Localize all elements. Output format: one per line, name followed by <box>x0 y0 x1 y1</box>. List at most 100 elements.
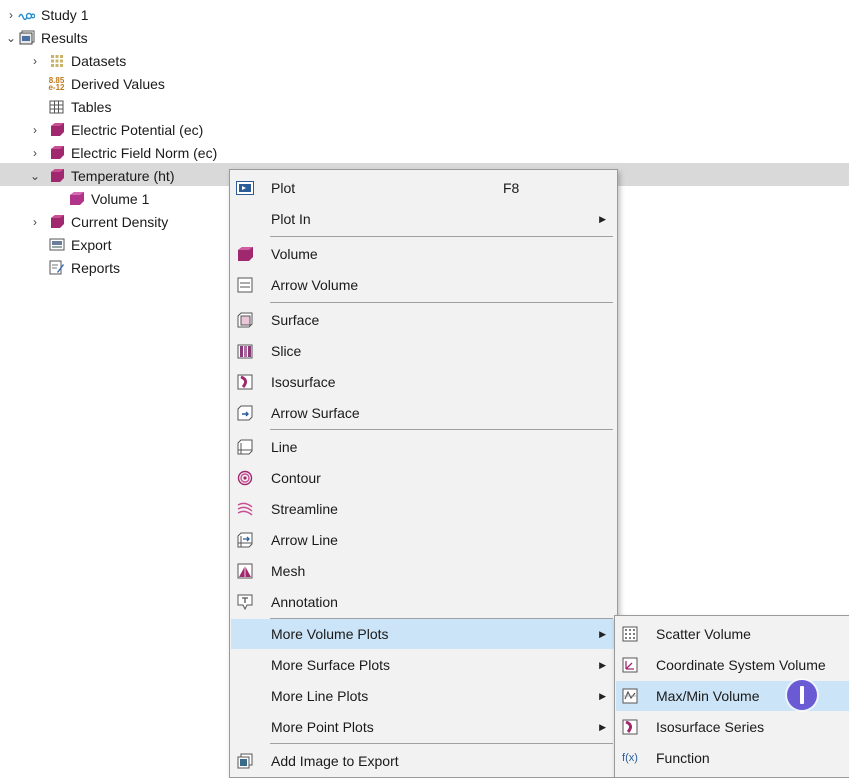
menu-label: Add Image to Export <box>271 753 399 769</box>
menu-label: Arrow Volume <box>271 277 359 293</box>
tree-label: Datasets <box>71 52 127 69</box>
menu-label: More Line Plots <box>271 688 369 704</box>
arrow-surface-icon <box>236 404 254 422</box>
results-icon <box>18 30 35 45</box>
menu-item-isosurface-series[interactable]: Isosurface Series <box>616 712 849 742</box>
image-export-icon <box>236 752 254 770</box>
chevron-down-icon[interactable]: ⌄ <box>28 169 42 183</box>
submenu-arrow-icon: ▶ <box>599 659 606 670</box>
menu-item-more-surface-plots[interactable]: More Surface Plots ▶ <box>231 650 616 680</box>
tree-item-electric-field-norm[interactable]: › Electric Field Norm (ec) <box>28 141 217 164</box>
menu-label: Slice <box>271 343 302 359</box>
menu-separator <box>270 429 613 430</box>
derived-values-icon: 8.85 e-12 <box>48 75 65 92</box>
tree-item-temperature[interactable]: ⌄ Temperature (ht) <box>28 164 175 187</box>
menu-item-arrow-surface[interactable]: Arrow Surface <box>231 398 616 428</box>
mouse-cursor-indicator <box>787 680 817 710</box>
tree-item-study[interactable]: › Study 1 <box>4 3 88 26</box>
tree-item-current-density[interactable]: › Current Density <box>28 210 168 233</box>
tree-item-export[interactable]: Export <box>48 233 111 256</box>
menu-label: Max/Min Volume <box>656 688 760 704</box>
tree-item-tables[interactable]: Tables <box>48 95 111 118</box>
plot-group-3d-icon <box>48 168 65 183</box>
menu-item-streamline[interactable]: Streamline <box>231 494 616 524</box>
menu-item-slice[interactable]: Slice <box>231 336 616 366</box>
menu-label: Arrow Line <box>271 532 338 548</box>
plot-group-3d-icon <box>48 122 65 137</box>
tree-label: Results <box>41 29 88 46</box>
menu-item-contour[interactable]: Contour <box>231 463 616 493</box>
menu-label: Arrow Surface <box>271 405 360 421</box>
menu-item-surface[interactable]: Surface <box>231 305 616 335</box>
plot-group-3d-icon <box>48 145 65 160</box>
tree-item-electric-potential[interactable]: › Electric Potential (ec) <box>28 118 203 141</box>
tree-item-derived-values[interactable]: 8.85 e-12 Derived Values <box>48 72 165 95</box>
menu-label: Isosurface <box>271 374 336 390</box>
report-icon <box>48 260 65 275</box>
menu-label: Function <box>656 750 710 766</box>
tree-label: Export <box>71 236 112 253</box>
submenu-arrow-icon: ▶ <box>599 213 606 224</box>
menu-item-arrow-volume[interactable]: Arrow Volume <box>231 270 616 300</box>
menu-item-more-point-plots[interactable]: More Point Plots ▶ <box>231 712 616 742</box>
isosurface-series-icon <box>621 718 639 736</box>
shortcut-label: F8 <box>503 180 520 196</box>
tree-item-volume1[interactable]: Volume 1 <box>68 187 149 210</box>
menu-item-function[interactable]: f(x) Function <box>616 743 849 773</box>
tree-label: Study 1 <box>41 6 89 23</box>
menu-item-plot-in[interactable]: Plot In ▶ <box>231 204 616 234</box>
chevron-right-icon[interactable]: › <box>28 146 42 160</box>
tree-item-reports[interactable]: Reports <box>48 256 120 279</box>
tree-label: Electric Potential (ec) <box>71 121 204 138</box>
maxmin-icon <box>621 687 639 705</box>
menu-label: Contour <box>271 470 321 486</box>
tree-label: Derived Values <box>71 75 165 92</box>
menu-label: Annotation <box>271 594 338 610</box>
line-icon <box>236 438 254 456</box>
tree-label: Tables <box>71 98 112 115</box>
menu-label: Volume <box>271 246 318 262</box>
menu-item-arrow-line[interactable]: Arrow Line <box>231 525 616 555</box>
tree-item-results[interactable]: ⌄ Results <box>4 26 88 49</box>
isosurface-icon <box>236 373 254 391</box>
slice-icon <box>236 342 254 360</box>
chevron-down-icon[interactable]: ⌄ <box>4 31 18 45</box>
menu-label: Coordinate System Volume <box>656 657 826 673</box>
function-icon: f(x) <box>622 752 638 764</box>
menu-item-mesh[interactable]: Mesh <box>231 556 616 586</box>
menu-label: More Point Plots <box>271 719 374 735</box>
menu-item-plot[interactable]: Plot F8 <box>231 173 616 203</box>
menu-label: More Volume Plots <box>271 626 389 642</box>
menu-label: Isosurface Series <box>656 719 765 735</box>
tree-label: Reports <box>71 259 121 276</box>
plot-icon <box>236 179 254 197</box>
surface-icon <box>236 311 254 329</box>
menu-separator <box>270 236 613 237</box>
menu-label: Mesh <box>271 563 306 579</box>
tree-item-datasets[interactable]: › Datasets <box>28 49 126 72</box>
menu-label: Scatter Volume <box>656 626 751 642</box>
menu-item-line[interactable]: Line <box>231 432 616 462</box>
menu-label: Plot <box>271 180 296 196</box>
menu-item-more-line-plots[interactable]: More Line Plots ▶ <box>231 681 616 711</box>
study-icon <box>18 7 35 22</box>
mesh-icon <box>236 562 254 580</box>
chevron-right-icon[interactable]: › <box>28 123 42 137</box>
volume-icon <box>236 245 254 263</box>
menu-item-scatter-volume[interactable]: Scatter Volume <box>616 619 849 649</box>
menu-item-add-image-to-export[interactable]: Add Image to Export <box>231 746 616 776</box>
menu-item-coordinate-system-volume[interactable]: Coordinate System Volume <box>616 650 849 680</box>
tree-label: Electric Field Norm (ec) <box>71 144 218 161</box>
menu-label: Plot In <box>271 211 311 227</box>
menu-item-more-volume-plots[interactable]: More Volume Plots ▶ <box>231 619 616 649</box>
chevron-right-icon[interactable]: › <box>4 8 18 22</box>
export-icon <box>48 237 65 252</box>
submenu-arrow-icon: ▶ <box>599 628 606 639</box>
arrow-line-icon <box>236 531 254 549</box>
chevron-right-icon[interactable]: › <box>28 54 42 68</box>
menu-item-annotation[interactable]: Annotation <box>231 587 616 617</box>
menu-item-volume[interactable]: Volume <box>231 239 616 269</box>
menu-item-isosurface[interactable]: Isosurface <box>231 367 616 397</box>
tree-label: Temperature (ht) <box>71 167 175 184</box>
chevron-right-icon[interactable]: › <box>28 215 42 229</box>
